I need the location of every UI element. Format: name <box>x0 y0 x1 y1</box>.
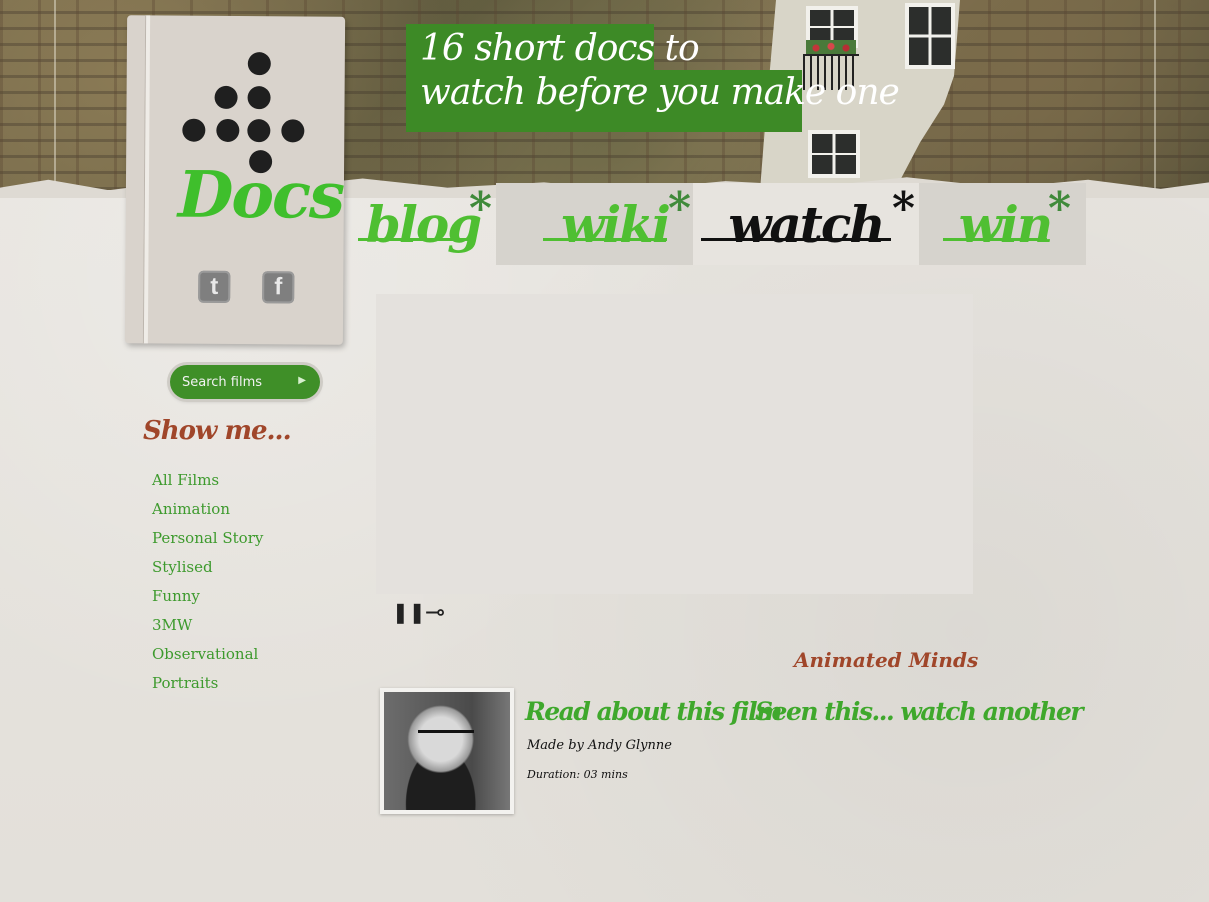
search-films-button[interactable]: Search films ▶ <box>170 365 320 399</box>
wall-edge <box>54 0 56 190</box>
tab-label: watch <box>728 194 885 254</box>
card-stitch <box>142 15 151 344</box>
duration-text: Duration: 03 mins <box>527 768 628 781</box>
logo-dot <box>247 86 271 110</box>
twitter-icon[interactable]: t <box>198 270 231 303</box>
director-portrait <box>380 688 514 814</box>
tab-underline <box>358 238 468 241</box>
building-window <box>808 130 860 178</box>
portrait-photo <box>384 692 510 810</box>
headline-line-1: 16 short docs to <box>420 28 700 69</box>
filter-portraits[interactable]: Portraits <box>152 671 263 700</box>
building-window <box>905 3 955 69</box>
asterisk-icon: * <box>891 183 915 234</box>
asterisk-icon: * <box>667 183 691 234</box>
film-title: Animated Minds <box>794 648 979 672</box>
video-player[interactable] <box>376 294 973 594</box>
logo-dot <box>214 85 238 110</box>
filter-all-films[interactable]: All Films <box>152 468 263 497</box>
tab-win[interactable]: win * <box>935 183 1075 265</box>
logo-dot <box>216 118 240 143</box>
tab-underline <box>943 238 1047 241</box>
headline-line-2: watch before you make one <box>420 72 900 113</box>
headline-banner: 16 short docs to watch before you make o… <box>406 24 900 132</box>
filter-3mw[interactable]: 3MW <box>152 613 263 642</box>
tab-label: wiki <box>561 194 671 254</box>
logo-dot <box>247 52 271 76</box>
filter-funny[interactable]: Funny <box>152 584 263 613</box>
tab-label: win <box>958 194 1053 254</box>
read-about-film-link[interactable]: Read about this film <box>525 697 783 726</box>
tab-underline <box>543 238 667 241</box>
search-label: Search films <box>182 374 263 390</box>
filter-observational[interactable]: Observational <box>152 642 263 671</box>
asterisk-icon: * <box>468 183 492 234</box>
portrait-glasses <box>418 730 474 745</box>
filter-list: All Films Animation Personal Story Styli… <box>152 468 263 700</box>
filter-animation[interactable]: Animation <box>152 497 263 526</box>
tab-watch[interactable]: watch * <box>693 183 919 265</box>
volume-icon[interactable]: ⊸ <box>425 598 445 626</box>
logo-wordmark: Docs <box>177 157 344 234</box>
show-me-heading: Show me... <box>143 416 292 446</box>
logo-dot <box>247 119 271 143</box>
watch-another-link[interactable]: Seen this... watch another <box>755 697 1084 726</box>
tab-blog[interactable]: blog * <box>350 183 496 265</box>
filter-stylised[interactable]: Stylised <box>152 555 263 584</box>
logo-dot <box>281 119 305 143</box>
facebook-icon[interactable]: f <box>262 271 295 304</box>
made-by-text: Made by Andy Glynne <box>527 738 672 753</box>
logo-dot <box>182 118 206 142</box>
tab-underline <box>701 238 891 241</box>
tab-label: blog <box>365 194 482 254</box>
asterisk-icon: * <box>1047 183 1071 234</box>
arrow-right-icon: ▶ <box>298 375 306 386</box>
logo-card[interactable]: Docs t f <box>124 15 346 345</box>
pause-icon[interactable]: ❚❚ <box>392 600 426 624</box>
tab-wiki[interactable]: wiki * <box>535 183 695 265</box>
filter-personal-story[interactable]: Personal Story <box>152 526 263 555</box>
wall-edge <box>1154 0 1156 190</box>
